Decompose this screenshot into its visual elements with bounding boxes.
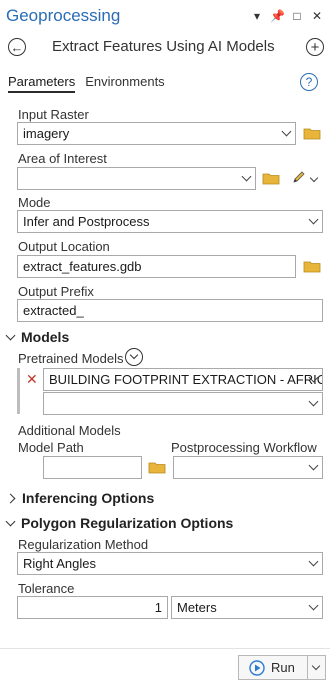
pencil-icon[interactable]: [291, 169, 307, 185]
expand-circle-icon[interactable]: [125, 348, 143, 366]
regularization-method-value: Right Angles: [23, 556, 96, 571]
play-icon: [249, 659, 265, 676]
inferencing-options-header[interactable]: Inferencing Options: [5, 490, 155, 506]
chevron-down-icon: [308, 460, 319, 471]
footer-divider: [0, 648, 330, 649]
chevron-down-icon: [311, 661, 321, 671]
pin-icon[interactable]: 📌: [270, 9, 285, 23]
pane-controls: ▾ 📌 □ ✕: [250, 9, 324, 23]
caret-right-icon: [5, 493, 16, 504]
run-label: Run: [271, 660, 295, 675]
tab-environments[interactable]: Environments: [85, 74, 164, 93]
chevron-down-icon: [308, 214, 319, 225]
output-prefix-input[interactable]: extracted_: [17, 299, 323, 322]
tolerance-value: 1: [154, 600, 162, 615]
postprocessing-workflow-dropdown[interactable]: [173, 456, 323, 479]
tab-bar: Parameters Environments: [8, 74, 165, 93]
close-icon[interactable]: ✕: [310, 9, 324, 23]
folder-icon[interactable]: [303, 127, 321, 140]
add-icon[interactable]: +: [306, 38, 324, 56]
chevron-down-icon[interactable]: [309, 173, 319, 183]
pretrained-model-dropdown-2[interactable]: [43, 392, 323, 415]
input-raster-value: imagery: [23, 126, 70, 141]
chevron-down-icon: [308, 396, 319, 407]
folder-icon[interactable]: [303, 260, 321, 273]
output-prefix-value: extracted_: [23, 303, 84, 318]
mode-label: Mode: [18, 195, 51, 210]
caret-down-icon: [5, 516, 16, 527]
tool-title: Extract Features Using AI Models: [52, 38, 275, 55]
maximize-icon[interactable]: □: [290, 9, 304, 23]
tolerance-label: Tolerance: [18, 581, 75, 596]
output-location-value: extract_features.gdb: [23, 259, 142, 274]
tab-parameters[interactable]: Parameters: [8, 74, 76, 93]
chevron-down-icon: [308, 600, 319, 611]
polygon-regularization-title: Polygon Regularization Options: [21, 515, 234, 531]
additional-models-label: Additional Models: [18, 423, 121, 438]
regularization-method-label: Regularization Method: [18, 537, 149, 552]
pretrained-model-value-1: BUILDING FOOTPRINT EXTRACTION - AFRICA: [49, 372, 323, 387]
tolerance-unit-value: Meters: [177, 600, 217, 615]
help-icon[interactable]: ?: [300, 73, 318, 91]
mode-dropdown[interactable]: Infer and Postprocess: [17, 210, 323, 233]
models-section-header[interactable]: Models: [5, 329, 70, 345]
pretrained-model-dropdown-1[interactable]: BUILDING FOOTPRINT EXTRACTION - AFRICA: [43, 368, 323, 391]
folder-icon[interactable]: [262, 172, 280, 185]
output-prefix-label: Output Prefix: [18, 284, 94, 299]
mode-value: Infer and Postprocess: [23, 214, 150, 229]
folder-icon[interactable]: [148, 461, 166, 474]
run-options-button[interactable]: [308, 655, 326, 680]
remove-icon[interactable]: ✕: [26, 371, 38, 388]
back-icon[interactable]: ←: [8, 38, 26, 56]
output-location-label: Output Location: [18, 239, 110, 254]
pane-title: Geoprocessing: [6, 6, 121, 25]
chevron-down-icon: [241, 171, 252, 182]
area-of-interest-label: Area of Interest: [18, 151, 107, 166]
run-button[interactable]: Run: [238, 655, 308, 680]
chevron-down-icon: [308, 556, 319, 567]
caret-down-icon: [5, 330, 16, 341]
output-location-input[interactable]: extract_features.gdb: [17, 255, 296, 278]
tolerance-unit-dropdown[interactable]: Meters: [171, 596, 323, 619]
chevron-down-icon[interactable]: ▾: [250, 9, 264, 23]
model-path-label: Model Path: [18, 440, 84, 455]
input-raster-dropdown[interactable]: imagery: [17, 122, 296, 145]
tolerance-input[interactable]: 1: [17, 596, 168, 619]
inferencing-options-title: Inferencing Options: [22, 490, 155, 506]
pretrained-models-label: Pretrained Models: [18, 351, 124, 366]
models-section-title: Models: [21, 329, 70, 345]
list-bar: [17, 368, 20, 414]
postprocessing-workflow-label: Postprocessing Workflow: [171, 440, 317, 455]
chevron-down-icon: [281, 126, 292, 137]
input-raster-label: Input Raster: [18, 107, 89, 122]
regularization-method-dropdown[interactable]: Right Angles: [17, 552, 323, 575]
polygon-regularization-header[interactable]: Polygon Regularization Options: [5, 515, 234, 531]
model-path-input[interactable]: [43, 456, 142, 479]
area-of-interest-dropdown[interactable]: [17, 167, 256, 190]
